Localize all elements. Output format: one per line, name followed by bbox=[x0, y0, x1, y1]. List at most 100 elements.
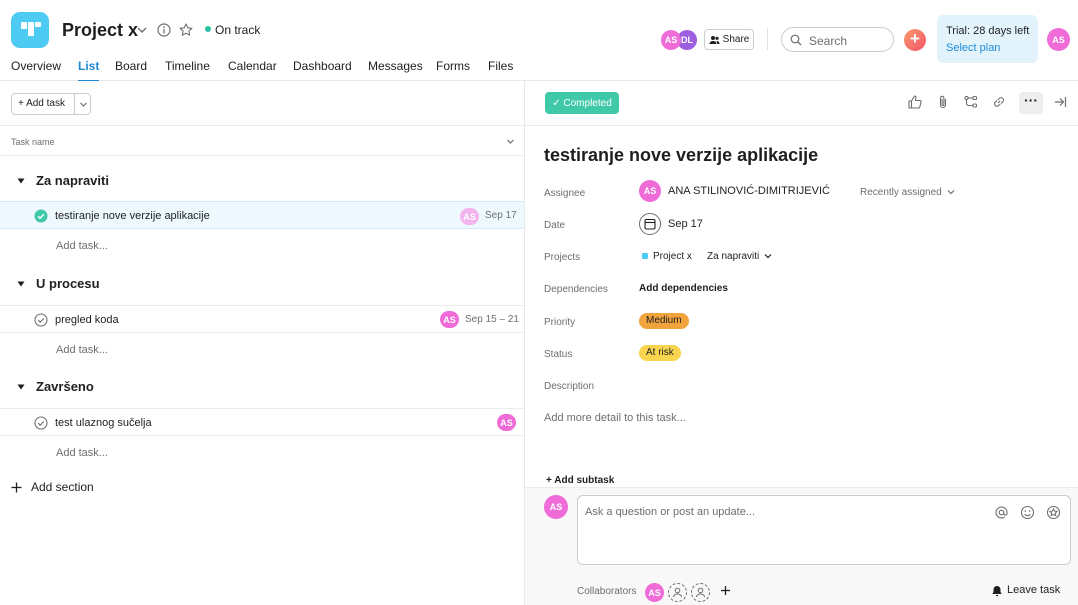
tab-dashboard[interactable]: Dashboard bbox=[293, 59, 352, 81]
table-row[interactable]: test ulaznog sučelja AS bbox=[0, 408, 524, 436]
section-header[interactable]: Završeno bbox=[0, 372, 524, 402]
paperclip-icon[interactable] bbox=[935, 94, 951, 110]
calendar-icon[interactable] bbox=[639, 213, 661, 235]
task-name[interactable]: testiranje nove verzije aplikacije bbox=[55, 210, 210, 222]
check-circle-icon[interactable] bbox=[34, 416, 48, 430]
table-row[interactable]: pregled koda AS Sep 15 – 21 bbox=[0, 305, 524, 333]
priority-badge[interactable]: Medium bbox=[639, 313, 689, 329]
collaborator-avatar[interactable]: AS bbox=[645, 583, 664, 602]
info-icon[interactable] bbox=[156, 22, 172, 38]
project-logo-icon[interactable] bbox=[11, 12, 49, 48]
project-title[interactable]: Project x bbox=[62, 20, 138, 41]
field-label-status: Status bbox=[544, 349, 573, 360]
leave-task-label: Leave task bbox=[1007, 584, 1061, 596]
tab-timeline[interactable]: Timeline bbox=[165, 59, 210, 81]
close-pane-icon[interactable] bbox=[1052, 94, 1068, 110]
column-header-task-name[interactable]: Task name bbox=[11, 137, 55, 147]
task-name[interactable]: test ulaznog sučelja bbox=[55, 417, 152, 429]
caret-down-icon[interactable] bbox=[17, 177, 25, 185]
search-placeholder: Search bbox=[809, 34, 848, 48]
comment-input[interactable]: Ask a question or post an update... bbox=[577, 495, 1071, 565]
share-button[interactable]: Share bbox=[704, 29, 754, 50]
divider bbox=[767, 28, 768, 50]
trial-text: Trial: 28 days left bbox=[946, 25, 1030, 37]
add-task-link[interactable]: Add task... bbox=[56, 240, 108, 252]
link-icon[interactable] bbox=[991, 94, 1007, 110]
section-name[interactable]: U procesu bbox=[36, 276, 100, 291]
tab-forms[interactable]: Forms bbox=[436, 59, 470, 81]
section-header[interactable]: Za napraviti bbox=[0, 166, 524, 196]
divider bbox=[74, 94, 75, 114]
check-circle-icon[interactable] bbox=[34, 313, 48, 327]
assignee-avatar[interactable]: AS bbox=[639, 180, 661, 202]
tab-files[interactable]: Files bbox=[488, 59, 513, 81]
assignee-avatar[interactable]: AS bbox=[440, 311, 459, 328]
add-section-label: Add section bbox=[31, 480, 94, 494]
add-task-button[interactable]: + Add task bbox=[11, 93, 91, 115]
subtask-icon[interactable] bbox=[963, 94, 979, 110]
chevron-down-icon bbox=[764, 254, 772, 259]
user-avatar[interactable]: AS bbox=[1047, 28, 1070, 51]
tab-board[interactable]: Board bbox=[115, 59, 147, 81]
table-row[interactable]: testiranje nove verzije aplikacije AS Se… bbox=[0, 201, 524, 229]
project-status[interactable]: On track bbox=[215, 23, 260, 37]
chevron-down-icon[interactable] bbox=[79, 100, 88, 109]
section-name[interactable]: Završeno bbox=[36, 379, 94, 394]
chevron-down-icon[interactable] bbox=[506, 137, 515, 146]
share-label: Share bbox=[722, 34, 750, 45]
assignee-avatar[interactable]: AS bbox=[497, 414, 516, 431]
project-section-label: Za napraviti bbox=[707, 251, 760, 262]
mention-icon[interactable] bbox=[994, 505, 1009, 520]
task-date-value[interactable]: Sep 17 bbox=[668, 218, 703, 230]
add-task-link[interactable]: Add task... bbox=[56, 447, 108, 459]
plus-icon[interactable] bbox=[720, 585, 731, 596]
field-label-description: Description bbox=[544, 381, 595, 392]
tab-overview[interactable]: Overview bbox=[11, 59, 61, 81]
trial-banner[interactable]: Trial: 28 days left Select plan bbox=[937, 15, 1038, 63]
add-collaborator-person-icon[interactable] bbox=[691, 583, 710, 602]
completed-button[interactable]: ✓ Completed bbox=[545, 92, 619, 114]
task-name[interactable]: pregled koda bbox=[55, 314, 119, 326]
add-collaborator-person-icon[interactable] bbox=[668, 583, 687, 602]
member-avatar[interactable]: AS bbox=[661, 30, 681, 50]
check-circle-icon[interactable] bbox=[34, 209, 48, 223]
recently-assigned-dropdown[interactable]: Recently assigned bbox=[860, 187, 955, 198]
project-name[interactable]: Project x bbox=[653, 251, 692, 262]
task-list-pane: + Add task Task name Za napraviti testir… bbox=[0, 81, 524, 605]
section-header[interactable]: U procesu bbox=[0, 269, 524, 299]
tab-messages[interactable]: Messages bbox=[368, 59, 423, 81]
caret-down-icon[interactable] bbox=[17, 383, 25, 391]
description-input[interactable]: Add more detail to this task... bbox=[544, 412, 686, 424]
field-label-date: Date bbox=[544, 220, 566, 231]
thumbs-up-icon[interactable] bbox=[907, 94, 923, 110]
project-section-dropdown[interactable]: Za napraviti bbox=[707, 251, 772, 262]
tab-calendar[interactable]: Calendar bbox=[228, 59, 277, 81]
chevron-down-icon bbox=[947, 190, 954, 195]
emoji-icon[interactable] bbox=[1020, 505, 1035, 520]
commenter-avatar: AS bbox=[544, 495, 568, 519]
assignee-avatar[interactable]: AS bbox=[460, 208, 479, 225]
status-badge[interactable]: At risk bbox=[639, 345, 681, 361]
add-task-label: + Add task bbox=[18, 98, 65, 109]
recently-assigned-label: Recently assigned bbox=[860, 187, 942, 198]
task-title[interactable]: testiranje nove verzije aplikacije bbox=[544, 145, 818, 166]
comment-placeholder: Ask a question or post an update... bbox=[585, 506, 756, 518]
chevron-down-icon[interactable] bbox=[134, 22, 150, 38]
tab-list[interactable]: List bbox=[78, 59, 100, 82]
star-badge-icon[interactable] bbox=[1046, 505, 1061, 520]
select-plan-link[interactable]: Select plan bbox=[946, 42, 1000, 54]
assignee-name[interactable]: ANA STILINOVIĆ-DIMITRIJEVIĆ bbox=[668, 185, 830, 197]
search-input[interactable]: Search bbox=[781, 27, 894, 52]
add-task-link[interactable]: Add task... bbox=[56, 344, 108, 356]
field-label-dependencies: Dependencies bbox=[544, 284, 608, 295]
section-name[interactable]: Za napraviti bbox=[36, 173, 109, 188]
status-dot-icon bbox=[205, 26, 211, 32]
task-due-date[interactable]: Sep 17 bbox=[485, 210, 517, 221]
caret-down-icon[interactable] bbox=[17, 280, 25, 288]
add-subtask-button[interactable]: + Add subtask bbox=[546, 475, 614, 486]
task-due-date[interactable]: Sep 15 – 21 bbox=[465, 314, 519, 325]
star-icon[interactable] bbox=[178, 22, 194, 38]
more-actions-button[interactable]: ··· bbox=[1019, 92, 1043, 114]
quick-add-button[interactable]: + bbox=[904, 29, 926, 51]
add-dependencies-button[interactable]: Add dependencies bbox=[639, 283, 728, 294]
